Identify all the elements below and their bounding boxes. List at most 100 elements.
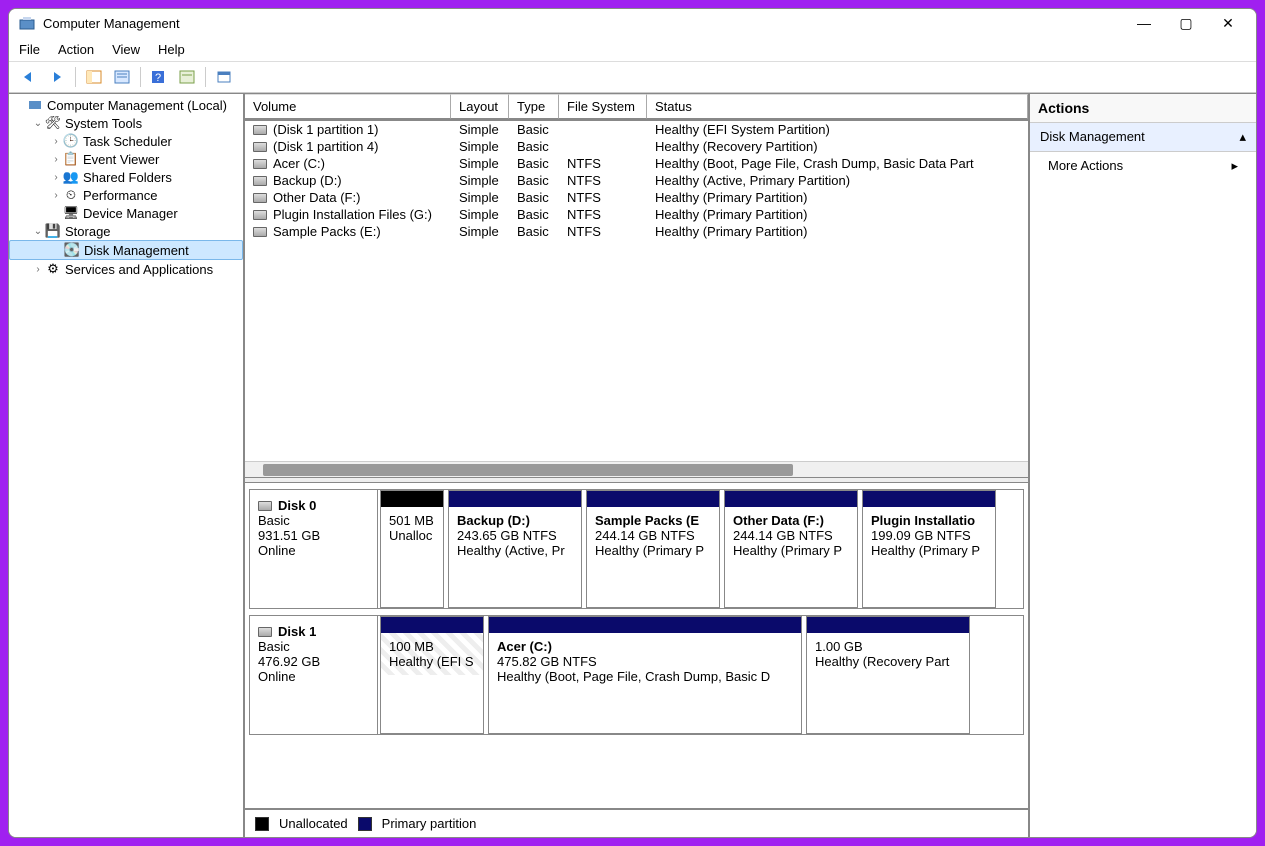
volume-row[interactable]: Sample Packs (E:)SimpleBasicNTFSHealthy … — [245, 223, 1028, 240]
performance-icon: ⏲ — [63, 187, 79, 203]
volume-row[interactable]: Backup (D:)SimpleBasicNTFSHealthy (Activ… — [245, 172, 1028, 189]
toolbar-separator — [75, 67, 76, 87]
volume-status: Healthy (Primary Partition) — [647, 190, 1028, 205]
disk-icon — [258, 627, 272, 637]
tree-performance[interactable]: ›⏲Performance — [9, 186, 243, 204]
volume-icon — [253, 125, 267, 135]
col-status[interactable]: Status — [647, 94, 1028, 119]
disk-row[interactable]: Disk 0Basic931.51 GBOnline501 MBUnallocB… — [249, 489, 1024, 609]
partition[interactable]: Acer (C:)475.82 GB NTFSHealthy (Boot, Pa… — [488, 616, 802, 734]
disk-type: Basic — [258, 513, 369, 528]
app-icon — [19, 16, 35, 32]
svg-text:?: ? — [155, 72, 161, 84]
actions-category[interactable]: Disk Management ▴ — [1030, 123, 1256, 152]
partition[interactable]: Plugin Installatio199.09 GB NTFSHealthy … — [862, 490, 996, 608]
tree-services-apps[interactable]: ›⚙Services and Applications — [9, 260, 243, 278]
forward-button[interactable] — [45, 66, 69, 88]
clock-icon: 🕒 — [63, 133, 79, 149]
volume-name: Backup (D:) — [273, 173, 342, 188]
volume-row[interactable]: (Disk 1 partition 4)SimpleBasicHealthy (… — [245, 138, 1028, 155]
tree-root[interactable]: Computer Management (Local) — [9, 96, 243, 114]
disk-size: 476.92 GB — [258, 654, 369, 669]
disk-row[interactable]: Disk 1Basic476.92 GBOnline100 MBHealthy … — [249, 615, 1024, 735]
disk-state: Online — [258, 669, 369, 684]
disk-info[interactable]: Disk 1Basic476.92 GBOnline — [250, 616, 378, 734]
disk-graphical-view[interactable]: Disk 0Basic931.51 GBOnline501 MBUnallocB… — [245, 483, 1028, 808]
partition-cap — [587, 491, 719, 507]
partition[interactable]: Backup (D:)243.65 GB NTFSHealthy (Active… — [448, 490, 582, 608]
partition-detail: Healthy (Active, Pr — [457, 543, 573, 558]
volume-list[interactable]: (Disk 1 partition 1)SimpleBasicHealthy (… — [245, 121, 1028, 461]
partition-cap — [449, 491, 581, 507]
toolbar-separator — [140, 67, 141, 87]
show-hide-console-tree-button[interactable] — [82, 66, 106, 88]
volume-type: Basic — [509, 156, 559, 171]
volume-layout: Simple — [451, 156, 509, 171]
partition-detail: Healthy (Primary P — [595, 543, 711, 558]
tree-disk-management[interactable]: 💽Disk Management — [9, 240, 243, 260]
menu-action[interactable]: Action — [58, 42, 94, 57]
tree-event-viewer[interactable]: ›📋Event Viewer — [9, 150, 243, 168]
menu-file[interactable]: File — [19, 42, 40, 57]
volume-name: (Disk 1 partition 4) — [273, 139, 378, 154]
volume-name: Sample Packs (E:) — [273, 224, 381, 239]
menu-help[interactable]: Help — [158, 42, 185, 57]
partition[interactable]: 1.00 GBHealthy (Recovery Part — [806, 616, 970, 734]
properties-button[interactable] — [110, 66, 134, 88]
view-button[interactable] — [212, 66, 236, 88]
volume-layout: Simple — [451, 122, 509, 137]
legend-primary-label: Primary partition — [382, 816, 477, 831]
col-filesystem[interactable]: File System — [559, 94, 647, 119]
tools-icon: 🛠 — [45, 115, 61, 131]
volume-name: Other Data (F:) — [273, 190, 360, 205]
tree-shared-folders[interactable]: ›👥Shared Folders — [9, 168, 243, 186]
disk-icon — [258, 501, 272, 511]
volume-row[interactable]: (Disk 1 partition 1)SimpleBasicHealthy (… — [245, 121, 1028, 138]
help-button[interactable]: ? — [147, 66, 171, 88]
volume-row[interactable]: Acer (C:)SimpleBasicNTFSHealthy (Boot, P… — [245, 155, 1028, 172]
volume-fs: NTFS — [559, 173, 647, 188]
tree-task-scheduler[interactable]: ›🕒Task Scheduler — [9, 132, 243, 150]
scrollbar-thumb[interactable] — [263, 464, 793, 476]
console-tree[interactable]: Computer Management (Local) ⌄🛠System Too… — [9, 94, 245, 837]
minimize-button[interactable]: — — [1132, 15, 1156, 32]
partition[interactable]: 100 MBHealthy (EFI S — [380, 616, 484, 734]
volume-list-header: Volume Layout Type File System Status — [245, 94, 1028, 121]
volume-status: Healthy (Recovery Partition) — [647, 139, 1028, 154]
volume-row[interactable]: Other Data (F:)SimpleBasicNTFSHealthy (P… — [245, 189, 1028, 206]
partition[interactable]: 501 MBUnalloc — [380, 490, 444, 608]
partition-cap — [381, 491, 443, 507]
col-layout[interactable]: Layout — [451, 94, 509, 119]
settings-button[interactable] — [175, 66, 199, 88]
volume-type: Basic — [509, 224, 559, 239]
tree-device-manager[interactable]: 🖥Device Manager — [9, 204, 243, 222]
legend-primary-swatch — [358, 817, 372, 831]
legend-unallocated-swatch — [255, 817, 269, 831]
collapse-icon: ▴ — [1239, 129, 1246, 145]
volume-name: (Disk 1 partition 1) — [273, 122, 378, 137]
main-panel: Volume Layout Type File System Status (D… — [245, 94, 1030, 837]
back-button[interactable] — [17, 66, 41, 88]
volume-icon — [253, 142, 267, 152]
tree-system-tools[interactable]: ⌄🛠System Tools — [9, 114, 243, 132]
partition-detail: Healthy (Primary P — [871, 543, 987, 558]
volume-status: Healthy (EFI System Partition) — [647, 122, 1028, 137]
close-button[interactable]: ✕ — [1216, 15, 1240, 32]
disk-info[interactable]: Disk 0Basic931.51 GBOnline — [250, 490, 378, 608]
partition-size: 100 MB — [389, 639, 475, 654]
volume-status: Healthy (Boot, Page File, Crash Dump, Ba… — [647, 156, 1028, 171]
partition[interactable]: Other Data (F:)244.14 GB NTFSHealthy (Pr… — [724, 490, 858, 608]
volume-row[interactable]: Plugin Installation Files (G:)SimpleBasi… — [245, 206, 1028, 223]
horizontal-scrollbar[interactable] — [245, 461, 1028, 477]
disk-icon: 💽 — [64, 242, 80, 258]
col-volume[interactable]: Volume — [245, 94, 451, 119]
volume-fs — [559, 122, 647, 137]
partition[interactable]: Sample Packs (E244.14 GB NTFSHealthy (Pr… — [586, 490, 720, 608]
actions-more[interactable]: More Actions ▸ — [1030, 152, 1256, 180]
tree-storage[interactable]: ⌄💾Storage — [9, 222, 243, 240]
menu-view[interactable]: View — [112, 42, 140, 57]
chevron-right-icon: ▸ — [1231, 158, 1238, 174]
col-type[interactable]: Type — [509, 94, 559, 119]
partition-size: 243.65 GB NTFS — [457, 528, 573, 543]
maximize-button[interactable]: ▢ — [1174, 15, 1198, 32]
